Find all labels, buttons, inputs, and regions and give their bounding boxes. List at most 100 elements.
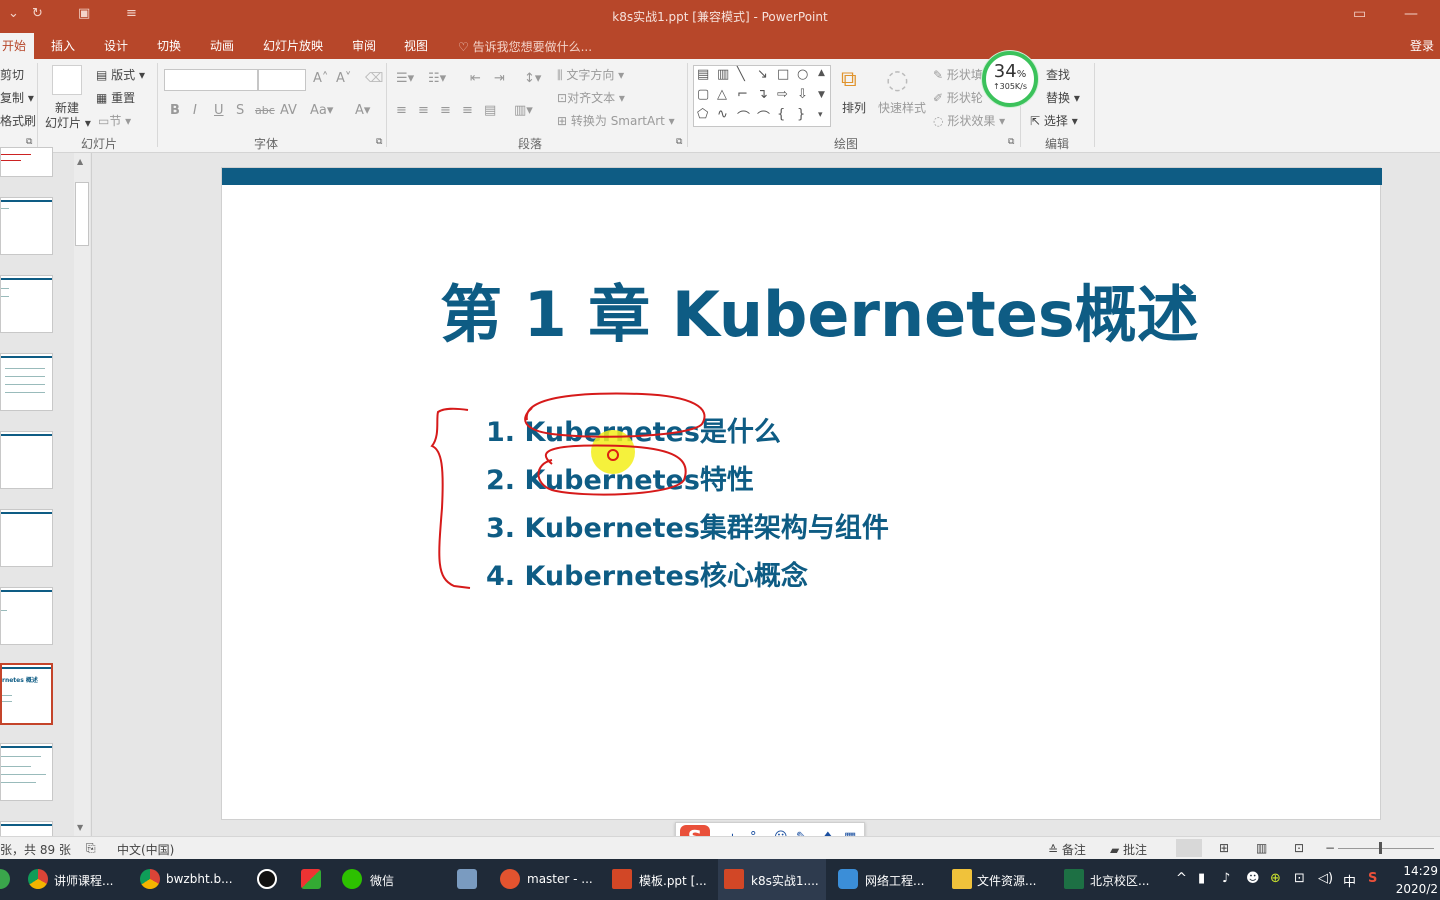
zoom-out-icon[interactable]: − <box>1325 841 1335 855</box>
reset-button[interactable]: ▦ 重置 <box>96 89 135 106</box>
strikethrough-icon[interactable]: abc <box>255 104 275 117</box>
freeform-shape-icon[interactable]: ∿ <box>717 107 728 122</box>
slide-thumbnail[interactable] <box>0 821 53 837</box>
tab-slideshow[interactable]: 幻灯片放映 <box>263 37 323 54</box>
sogou-tray-icon[interactable]: S <box>1368 871 1377 886</box>
taskbar-item[interactable]: bwzbht.b... <box>134 859 242 900</box>
align-right-icon[interactable]: ≡ <box>440 103 451 118</box>
system-clock[interactable]: 14:29 2020/2 <box>1396 862 1438 898</box>
columns-icon[interactable]: ▥▾ <box>514 103 533 118</box>
comments-button[interactable]: ▰ 批注 <box>1110 841 1147 858</box>
slide-sorter-icon[interactable]: ⊞ <box>1219 841 1229 855</box>
underline-icon[interactable]: U <box>214 103 224 118</box>
arrange-button[interactable]: 排列 <box>842 99 866 116</box>
cut-button[interactable]: 剪切 <box>0 66 24 83</box>
gallery-scroll-up-icon[interactable]: ▲ <box>818 68 825 78</box>
slide-thumbnail[interactable] <box>0 275 53 333</box>
scroll-up-icon[interactable]: ▲ <box>77 157 83 166</box>
dialog-launcher-icon[interactable]: ⧉ <box>26 137 32 147</box>
grow-font-icon[interactable]: A˄ <box>313 71 328 86</box>
right-arrow-shape-icon[interactable]: ⇨ <box>777 87 788 102</box>
taskbar-item-active[interactable]: k8s实战1.... <box>718 859 826 900</box>
language-indicator[interactable]: 中文(中国) <box>117 841 174 858</box>
section-button[interactable]: ▭节 ▾ <box>98 112 131 129</box>
pentagon-shape-icon[interactable]: ⬠ <box>697 107 708 122</box>
align-center-icon[interactable]: ≡ <box>418 103 429 118</box>
connector-arrow-icon[interactable]: ↴ <box>757 87 768 102</box>
tab-home[interactable]: 开始 <box>0 33 35 59</box>
taskbar-item[interactable]: 模板.ppt [... <box>606 859 714 900</box>
left-brace-shape-icon[interactable]: { <box>777 107 785 122</box>
gallery-more-icon[interactable]: ▾ <box>818 110 823 120</box>
oval-shape-icon[interactable]: ○ <box>797 67 808 82</box>
curve-shape-icon[interactable]: ⌒ <box>757 107 770 126</box>
font-size-input[interactable] <box>258 69 306 91</box>
tray-expand-icon[interactable]: ^ <box>1176 871 1187 886</box>
rectangle-shape-icon[interactable]: □ <box>777 67 789 82</box>
tab-transitions[interactable]: 切换 <box>157 37 181 54</box>
clear-formatting-icon[interactable]: ⌫ <box>365 71 383 86</box>
slide-thumbnail[interactable] <box>0 197 53 255</box>
taskbar-item[interactable]: 讲师课程... <box>22 859 130 900</box>
arc-shape-icon[interactable]: ⌒ <box>737 107 750 126</box>
copy-button[interactable]: 复制 ▾ <box>0 89 34 106</box>
character-spacing-icon[interactable]: AV <box>280 103 297 118</box>
minimize-icon[interactable]: — <box>1404 6 1418 22</box>
line-shape-icon[interactable]: ╲ <box>737 67 745 82</box>
decrease-indent-icon[interactable]: ⇤ <box>470 71 481 86</box>
arrange-icon[interactable]: ⧉ <box>841 67 857 92</box>
change-case-icon[interactable]: Aa▾ <box>310 103 333 118</box>
taskbar-item[interactable] <box>298 859 324 900</box>
justify-icon[interactable]: ≡ <box>462 103 473 118</box>
tray-app-icon[interactable]: ▮ <box>1198 871 1205 886</box>
dialog-launcher-icon[interactable]: ⧉ <box>676 137 682 147</box>
font-color-icon[interactable]: A▾ <box>355 103 370 118</box>
taskbar-item[interactable]: 网络工程... <box>832 859 940 900</box>
shape-outline-button[interactable]: ✐ 形状轮 <box>933 89 983 106</box>
shrink-font-icon[interactable]: A˅ <box>336 71 351 86</box>
zoom-slider[interactable] <box>1338 848 1434 849</box>
tell-me-search[interactable]: ♡ 告诉我您想要做什么... <box>458 38 592 55</box>
convert-smartart-button[interactable]: ⊞ 转换为 SmartArt ▾ <box>557 112 675 129</box>
scrollbar-thumb[interactable] <box>75 182 89 246</box>
slide-canvas[interactable]: 第 1 章 Kubernetes概述 1. Kubernetes是什么 2. K… <box>221 167 1382 820</box>
thumbnail-scrollbar[interactable]: ▲ ▼ <box>74 153 90 836</box>
start-button[interactable] <box>0 859 12 900</box>
italic-icon[interactable]: I <box>193 103 197 118</box>
font-name-input[interactable] <box>164 69 258 91</box>
ribbon-display-options-icon[interactable]: ▭ <box>1353 6 1366 22</box>
text-direction-button[interactable]: ⫼ 文字方向 ▾ <box>557 66 624 83</box>
format-painter-button[interactable]: 格式刷 <box>0 112 36 129</box>
scroll-down-icon[interactable]: ▼ <box>77 823 83 832</box>
line-spacing-icon[interactable]: ↕▾ <box>524 71 541 86</box>
replace-button[interactable]: 替换 ▾ <box>1046 89 1080 106</box>
bullets-icon[interactable]: ☰▾ <box>396 71 414 86</box>
tray-user-icon[interactable]: ☻ <box>1246 871 1260 886</box>
numbering-icon[interactable]: ☷▾ <box>428 71 446 86</box>
find-button[interactable]: 查找 <box>1046 66 1070 83</box>
slide-thumbnail[interactable] <box>0 743 53 801</box>
align-left-icon[interactable]: ≡ <box>396 103 407 118</box>
taskbar-item[interactable] <box>454 859 480 900</box>
tray-mic-icon[interactable]: ♪ <box>1222 871 1230 886</box>
network-icon[interactable]: ⊡ <box>1294 871 1305 886</box>
select-button[interactable]: ⇱ 选择 ▾ <box>1030 112 1078 129</box>
down-arrow-shape-icon[interactable]: ⇩ <box>797 87 808 102</box>
tray-plus-icon[interactable]: ⊕ <box>1270 871 1281 886</box>
gallery-scroll-down-icon[interactable]: ▼ <box>818 90 825 100</box>
shadow-icon[interactable]: S <box>236 103 244 118</box>
zoom-slider-thumb[interactable] <box>1379 842 1382 854</box>
new-slide-dropdown[interactable]: 幻灯片 ▾ <box>45 114 91 131</box>
increase-indent-icon[interactable]: ⇥ <box>494 71 505 86</box>
quick-styles-icon[interactable]: ◌ <box>886 65 909 95</box>
taskbar-item[interactable]: 微信 <box>338 859 418 900</box>
dialog-launcher-icon[interactable]: ⧉ <box>1008 137 1014 147</box>
normal-view-icon[interactable] <box>1176 839 1202 857</box>
quick-styles-button[interactable]: 快速样式 <box>878 99 926 116</box>
shapes-gallery[interactable]: ▤ ▥ ╲ ↘ □ ○ ▢ △ ⌐ ↴ ⇨ ⇩ ⬠ ∿ ⌒ ⌒ { } ▲ ▼ … <box>693 65 831 127</box>
slide-thumbnail-selected[interactable]: rnetes 概述 <box>0 663 53 725</box>
rounded-rect-shape-icon[interactable]: ▢ <box>697 87 709 102</box>
right-brace-shape-icon[interactable]: } <box>797 107 805 122</box>
tab-design[interactable]: 设计 <box>104 37 128 54</box>
spell-check-icon[interactable]: ⎘ <box>86 841 96 856</box>
